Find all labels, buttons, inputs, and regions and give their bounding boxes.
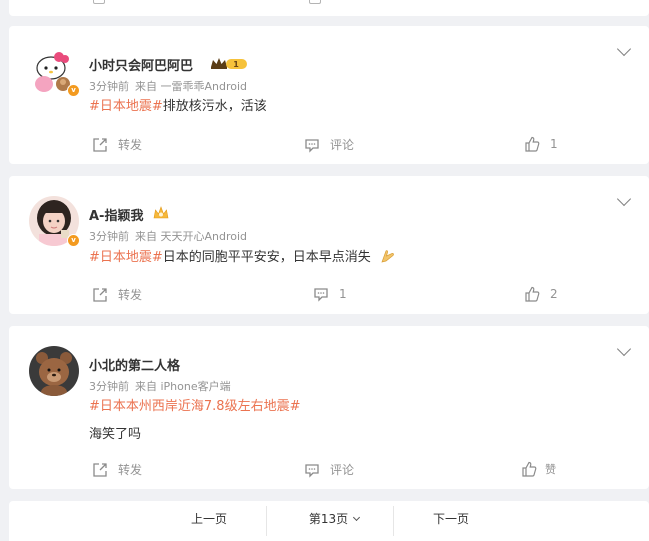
post-text: 排放核污水，活该 — [162, 99, 267, 114]
like-count: 1 — [550, 137, 558, 151]
post-meta: 3分钟前 来自 一雷乖乖Android — [89, 78, 247, 94]
chevron-down-icon[interactable] — [616, 191, 632, 207]
post-card: v A-指颖我 3分钟前 来自 天天开心Android #日本地震#日本的同胞平平… — [9, 176, 649, 314]
post-username[interactable]: 小时只会阿巴阿巴 — [89, 55, 193, 74]
post-meta: 3分钟前 来自 iPhone客户端 — [89, 378, 231, 394]
comment-button[interactable]: 评论 — [304, 136, 354, 153]
thumbs-up-icon — [525, 136, 540, 152]
comment-icon — [314, 288, 328, 302]
repost-icon[interactable] — [93, 0, 105, 4]
avatar[interactable] — [29, 346, 79, 396]
repost-icon — [93, 287, 107, 302]
repost-button[interactable]: 转发 — [92, 286, 142, 303]
thumbs-up-icon — [522, 461, 537, 477]
like-count: 2 — [550, 287, 558, 301]
verified-badge-icon: v — [67, 84, 80, 97]
next-page-button[interactable]: 下一页 — [411, 501, 491, 541]
post-content: #日本地震#日本的同胞平平安安，日本早点消失 — [89, 248, 395, 270]
post-time[interactable]: 3分钟前 — [89, 80, 129, 93]
comment-label: 评论 — [330, 138, 355, 152]
post-card: v 小时只会阿巴阿巴 1 3分钟前 来自 一雷乖乖Android #日本地震#排放… — [9, 26, 649, 164]
post-content: #日本本州西岸近海7.8级左右地震# — [89, 398, 300, 416]
post-source: 来自 iPhone客户端 — [135, 380, 231, 393]
comment-label: 评论 — [330, 463, 355, 477]
hashtag-link[interactable]: #日本地震# — [89, 99, 163, 114]
like-label: 赞 — [545, 463, 556, 476]
comment-icon[interactable] — [309, 0, 321, 4]
comment-count: 1 — [339, 287, 347, 301]
divider — [393, 506, 394, 536]
vip-member-icon[interactable] — [153, 205, 169, 219]
repost-label: 转发 — [118, 463, 143, 477]
post-content: #日本地震#排放核污水，活该 — [89, 98, 267, 116]
post-time[interactable]: 3分钟前 — [89, 380, 129, 393]
post-text: 日本的同胞平平安安，日本早点消失 — [162, 250, 371, 265]
chevron-down-icon[interactable] — [616, 341, 632, 357]
member-level: 1 — [233, 60, 239, 69]
page-select[interactable]: 第13页 — [279, 501, 389, 541]
like-button[interactable]: 1 — [524, 136, 558, 152]
repost-label: 转发 — [118, 138, 143, 152]
repost-button[interactable]: 转发 — [92, 136, 142, 153]
post-source: 来自 天天开心Android — [135, 230, 248, 243]
vip-member-icon[interactable]: 1 — [209, 55, 249, 69]
previous-post-footer — [9, 0, 649, 16]
post-username[interactable]: A-指颖我 — [89, 205, 143, 224]
chevron-down-icon — [353, 513, 361, 522]
comment-button[interactable]: 评论 — [304, 461, 354, 478]
comment-icon — [305, 463, 319, 478]
repost-label: 转发 — [118, 288, 143, 302]
post-text: 海笑了吗 — [89, 427, 142, 442]
divider — [266, 506, 267, 536]
post-card: 小北的第二人格 3分钟前 来自 iPhone客户端 #日本本州西岸近海7.8级左右… — [9, 326, 649, 489]
hashtag-link[interactable]: #日本地震# — [89, 250, 163, 265]
repost-button[interactable]: 转发 — [92, 461, 142, 478]
repost-icon — [93, 137, 107, 152]
pray-emoji-icon — [379, 248, 395, 270]
repost-icon — [93, 462, 107, 477]
post-username[interactable]: 小北的第二人格 — [89, 355, 180, 374]
post-time[interactable]: 3分钟前 — [89, 230, 129, 243]
verified-badge-icon: v — [67, 234, 80, 247]
comment-button[interactable]: 1 — [313, 286, 347, 302]
chevron-down-icon[interactable] — [616, 41, 632, 57]
comment-icon — [305, 138, 319, 153]
current-page: 第13页 — [308, 512, 349, 526]
like-button[interactable]: 赞 — [521, 461, 556, 477]
hashtag-link[interactable]: #日本本州西岸近海7.8级左右地震# — [89, 399, 300, 414]
post-meta: 3分钟前 来自 天天开心Android — [89, 228, 247, 244]
like-button[interactable]: 2 — [524, 286, 558, 302]
thumbs-up-icon — [525, 286, 540, 302]
prev-page-button[interactable]: 上一页 — [169, 501, 249, 541]
pagination: 上一页 第13页 下一页 — [9, 501, 649, 541]
post-source: 来自 一雷乖乖Android — [135, 80, 248, 93]
